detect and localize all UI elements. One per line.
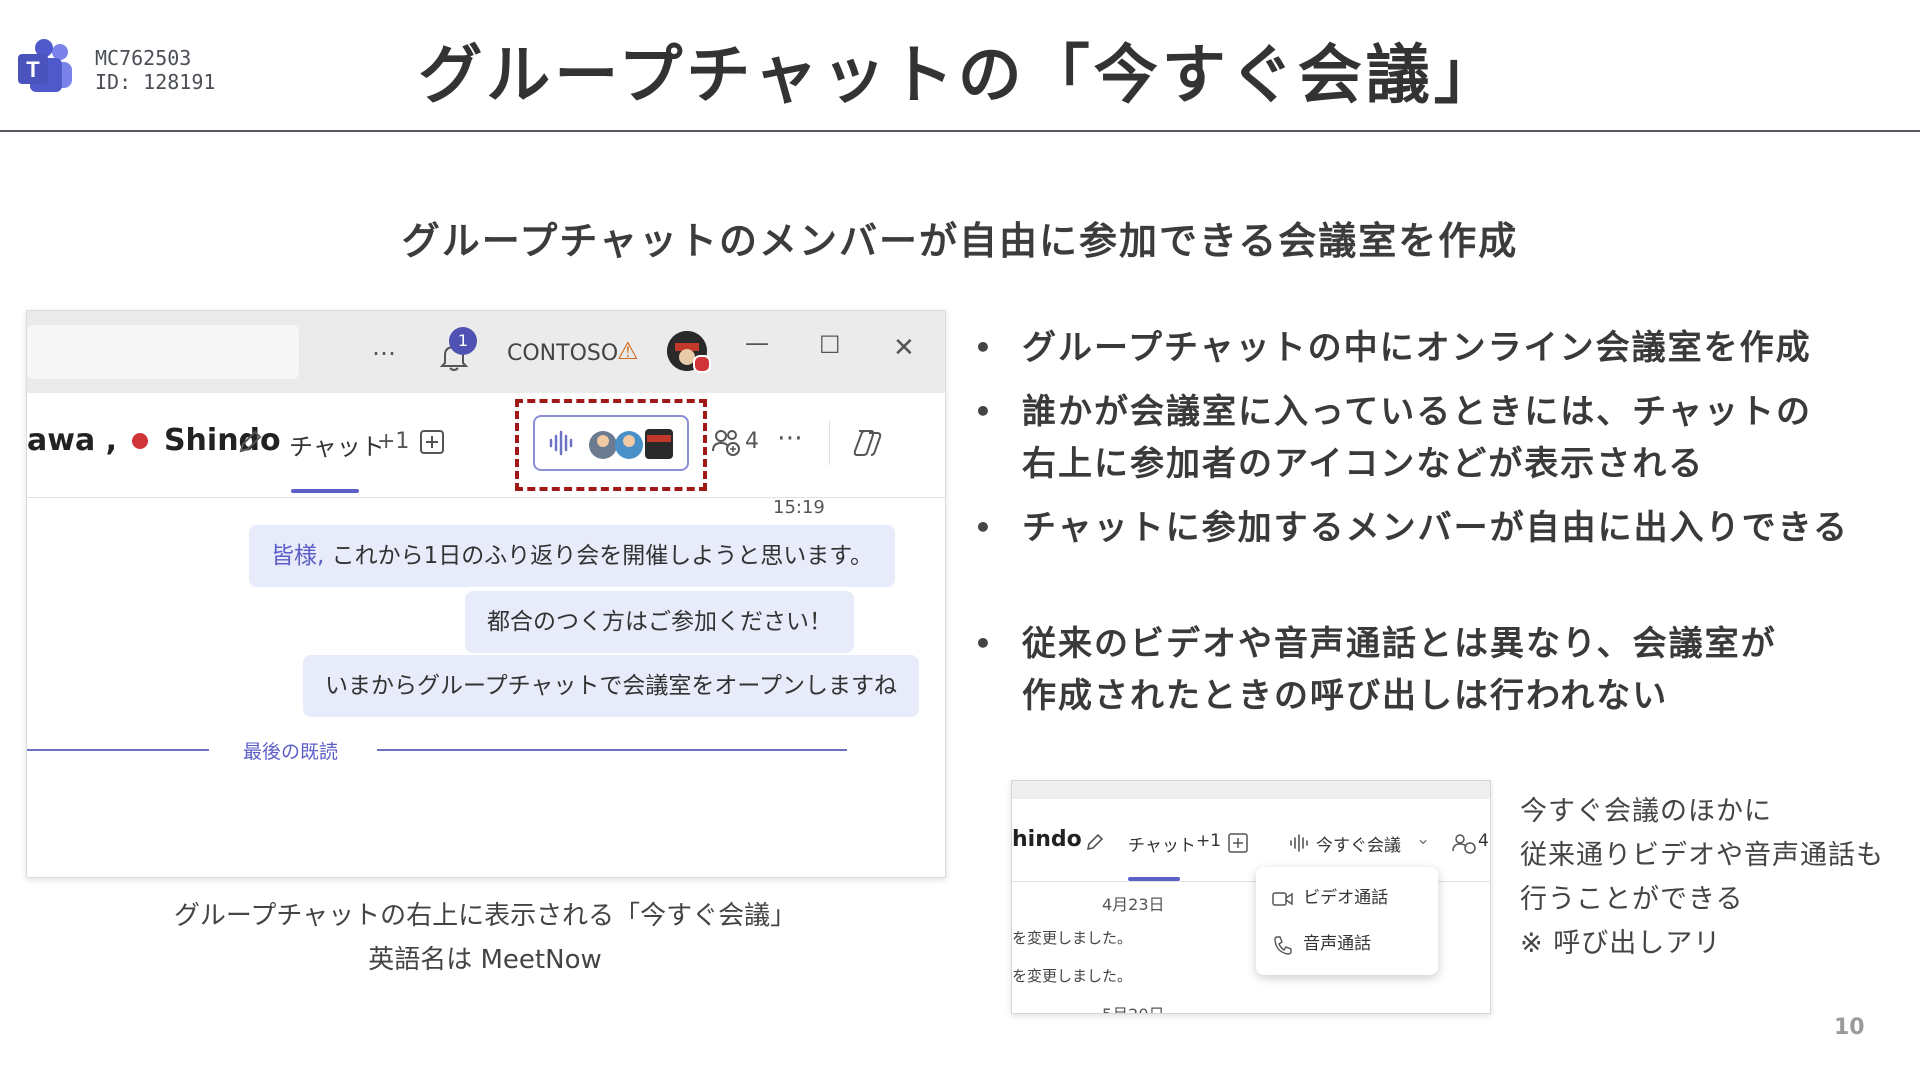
bullet-text: 従来のビデオや音声通話とは異なり、会議室が	[1022, 624, 1777, 664]
bullet-text: グループチャットの中にオンライン会議室を作成	[1022, 328, 1812, 368]
bullet-text: 作成されたときの呼び出しは行われない	[1022, 676, 1669, 716]
phone-icon	[1274, 935, 1292, 955]
audio-wave-icon	[1290, 834, 1308, 852]
last-read-line	[377, 749, 847, 751]
title-bar: … 1 CONTOSO ⚠ — ☐ ✕	[27, 311, 945, 393]
note-line: 従来通りビデオや音声通話も	[1520, 840, 1884, 871]
bullet-text: チャットに参加するメンバーが自由に出入りできる	[1022, 508, 1849, 548]
page-title: グループチャットの「今すぐ会議」	[418, 39, 1502, 113]
tab-chat[interactable]: チャット	[1128, 831, 1196, 856]
plus-count[interactable]: +1	[377, 429, 409, 454]
bullet-item: 誰かが会議室に入っているときには、チャットの 右上に参加者のアイコンなどが表示さ…	[974, 386, 1894, 490]
header-divider	[0, 130, 1920, 132]
presence-busy-icon	[693, 355, 711, 373]
bullet-item: グループチャットの中にオンライン会議室を作成	[974, 322, 1894, 374]
chevron-down-icon[interactable]: ⌄	[1416, 829, 1430, 849]
teams-chat-screenshot: … 1 CONTOSO ⚠ — ☐ ✕ awa , Shindo チャット +1	[26, 310, 946, 878]
audio-wave-icon	[549, 430, 573, 456]
maximize-icon[interactable]: ☐	[819, 331, 841, 359]
caption-line-2: 英語名は MeetNow	[368, 945, 602, 975]
mention[interactable]: 皆様,	[271, 543, 324, 569]
system-message: を変更しました。	[1012, 967, 1133, 985]
chat-header: awa , Shindo チャット +1 4 ⋯	[27, 393, 945, 498]
notification-badge: 1	[449, 327, 477, 355]
participant-avatars-icon	[589, 429, 673, 459]
search-box[interactable]	[27, 325, 299, 379]
note-line: 今すぐ会議のほかに	[1520, 796, 1772, 827]
people-icon[interactable]	[711, 427, 743, 457]
tab-active-indicator	[291, 489, 359, 493]
page-number: 10	[1834, 1015, 1865, 1040]
menu-item-audio-call[interactable]: 音声通話	[1272, 929, 1371, 955]
menu-item-label: ビデオ通話	[1303, 888, 1389, 908]
plus-count[interactable]: +1	[1196, 831, 1221, 851]
menu-item-label: 音声通話	[1303, 934, 1372, 954]
bullet-list: グループチャットの中にオンライン会議室を作成 誰かが会議室に入っているときには、…	[974, 322, 1894, 722]
add-tab-icon[interactable]	[419, 429, 445, 455]
menu-item-video-call[interactable]: ビデオ通話	[1272, 883, 1388, 908]
date-label: 5月20日	[1102, 1001, 1165, 1013]
side-note: 今すぐ会議のほかに 従来通りビデオや音声通話も 行うことができる ※ 呼び出しア…	[1520, 790, 1884, 966]
minimize-icon[interactable]: —	[745, 329, 769, 357]
more-icon[interactable]: …	[372, 333, 396, 361]
message-bubble[interactable]: いまからグループチャットで会議室をオープンしますね	[303, 655, 920, 717]
copilot-icon[interactable]	[851, 427, 885, 459]
message-text: これから1日のふり返り会を開催しようと思います。	[324, 543, 873, 569]
system-message: を変更しました。	[1012, 929, 1133, 947]
header-separator	[829, 421, 830, 465]
call-options-menu: ビデオ通話 音声通話	[1256, 867, 1438, 975]
message-time: 15:19	[773, 497, 825, 518]
add-tab-icon[interactable]	[1228, 833, 1248, 853]
title-bar	[1012, 781, 1490, 799]
bullet-item: チャットに参加するメンバーが自由に出入りできる	[974, 502, 1894, 554]
caption-line-1: グループチャットの右上に表示される「今すぐ会議」	[173, 901, 797, 931]
last-read-line	[27, 749, 209, 751]
last-read-label: 最後の既読	[243, 741, 339, 763]
pencil-icon[interactable]	[1084, 831, 1106, 853]
pencil-icon[interactable]	[235, 427, 265, 457]
member-name: hindo	[1012, 827, 1082, 852]
warning-icon: ⚠	[617, 337, 639, 365]
presence-busy-dot	[131, 432, 148, 449]
close-icon[interactable]: ✕	[893, 333, 915, 363]
meet-now-button[interactable]: 今すぐ会議	[1316, 831, 1401, 856]
meet-now-menu-screenshot: hindo チャット +1 今すぐ会議 ⌄ 4 4月23日 を変更しました。 を…	[1011, 780, 1491, 1014]
meet-now-button[interactable]	[533, 415, 689, 471]
subtitle: グループチャットのメンバーが自由に参加できる会議室を作成	[401, 219, 1519, 263]
message-bubble[interactable]: 都合のつく方はご参加ください！	[465, 591, 854, 653]
people-count: 4	[1478, 831, 1489, 851]
people-icon[interactable]	[1452, 833, 1478, 855]
bullet-text: 誰かが会議室に入っているときには、チャットの	[1022, 392, 1812, 432]
note-line: ※ 呼び出しアリ	[1520, 928, 1722, 959]
message-bubble[interactable]: 皆様, これから1日のふり返り会を開催しようと思います。	[249, 525, 895, 587]
video-camera-icon	[1272, 891, 1293, 906]
tab-chat[interactable]: チャット	[289, 427, 385, 462]
member-name-prefix: awa ,	[27, 423, 118, 458]
date-label: 4月23日	[1102, 895, 1165, 914]
people-count: 4	[745, 429, 759, 454]
bullet-item: 従来のビデオや音声通話とは異なり、会議室が 作成されたときの呼び出しは行われない	[974, 618, 1894, 722]
more-options-icon[interactable]: ⋯	[777, 423, 803, 453]
note-line: 行うことができる	[1520, 884, 1744, 915]
org-name[interactable]: CONTOSO	[507, 341, 618, 366]
bullet-text: 右上に参加者のアイコンなどが表示される	[1022, 444, 1705, 484]
